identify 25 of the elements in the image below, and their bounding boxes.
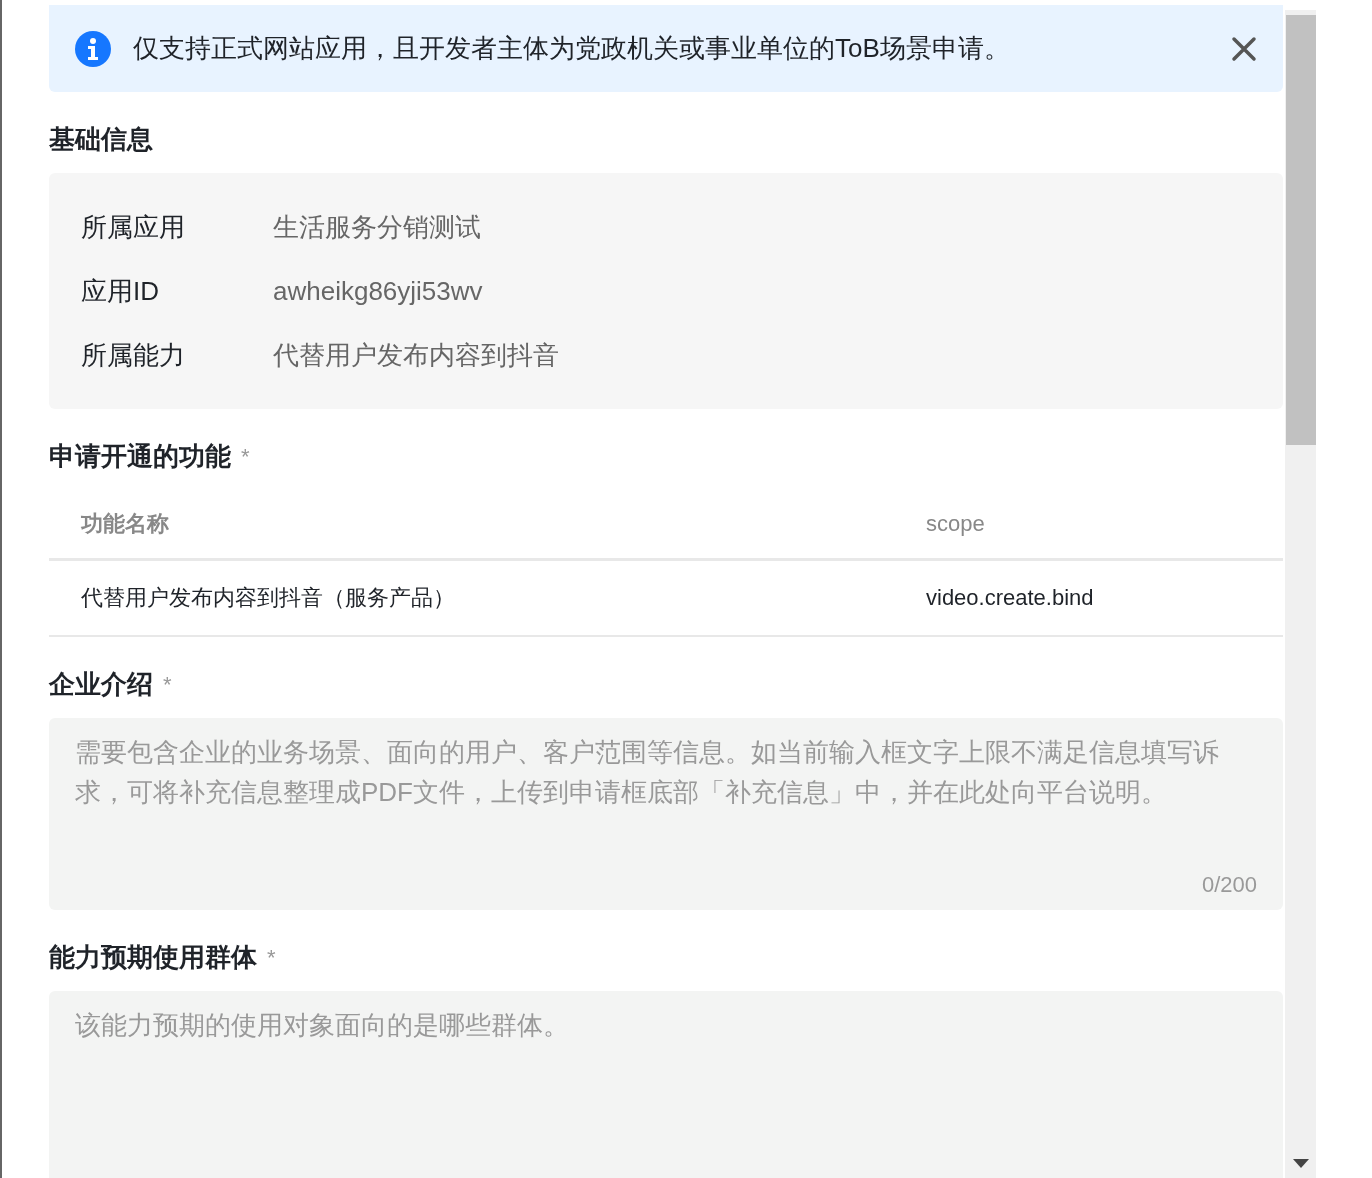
required-mark: * [163,671,172,698]
column-header: 功能名称 [49,490,914,560]
info-label: 应用ID [81,274,160,308]
info-label: 所属能力 [81,338,186,372]
info-value: awheikg86yji53wv [273,275,483,307]
required-mark: * [241,443,250,470]
section-title: 能力预期使用群体 [49,941,257,974]
banner-text: 仅支持正式网站应用，且开发者主体为党政机关或事业单位的ToB场景申请。 [133,32,1011,65]
section-title: 企业介绍 [49,668,153,701]
info-label: 所属应用 [81,210,186,244]
table-cell: 代替用户发布内容到抖音（服务产品） [49,559,914,636]
section-title: 基础信息 [49,123,153,156]
char-counter: 0/200 [1201,872,1257,898]
text-area[interactable]: 该能力预期的使用对象面向的是哪些群体。 [49,991,1283,1178]
close-button[interactable] [1231,35,1257,62]
table-cell: video.create.bind [914,559,1283,636]
info-icon [75,30,111,67]
info-value: 生活服务分销测试 [273,210,481,244]
section-title: 申请开通的功能 [49,440,231,473]
scroll-down-icon[interactable] [1293,1159,1309,1168]
column-header: scope [914,490,1283,560]
info-value: 代替用户发布内容到抖音 [273,338,559,372]
scrollbar[interactable] [1285,10,1316,1178]
required-mark: * [267,944,276,971]
scrollbar-thumb[interactable] [1286,15,1316,445]
